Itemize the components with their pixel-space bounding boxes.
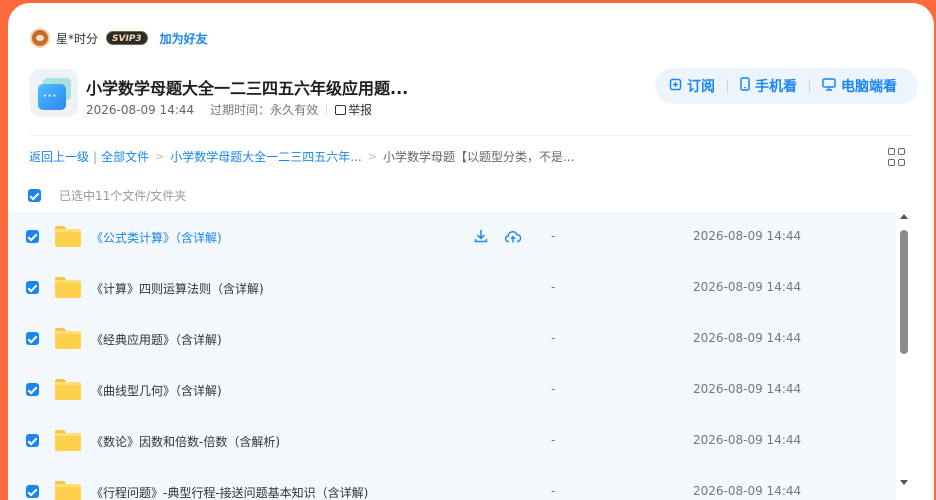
header-divider: [30, 135, 912, 136]
table-row[interactable]: 《行程问题》-典型行程-接送问题基本知识（含详解) - 2026-08-09 1…: [8, 467, 896, 500]
chevron-right-icon: >: [155, 150, 165, 163]
desktop-view-button[interactable]: 电脑端看: [822, 76, 897, 96]
table-row[interactable]: 《经典应用题》（含详解) - 2026-08-09 14:44: [8, 314, 896, 365]
folder-icon: [55, 379, 81, 400]
row-checkbox[interactable]: [26, 332, 39, 345]
share-date: 2026-08-09 14:44: [86, 102, 195, 117]
shared-file-icon: ···: [30, 69, 78, 117]
action-divider: [809, 79, 810, 93]
row-size: -: [551, 382, 556, 396]
file-title: 小学数学母题大全一二三四五六年级应用题...: [86, 79, 409, 98]
selection-count: 已选中11个文件/文件夹: [59, 189, 187, 203]
folder-icon: [55, 277, 81, 298]
save-to-cloud-icon[interactable]: [504, 227, 522, 245]
grid-view-icon[interactable]: [888, 148, 906, 166]
report-button[interactable]: 举报: [335, 101, 372, 118]
row-name[interactable]: 《公式类计算》（含详解): [91, 229, 222, 246]
row-checkbox[interactable]: [26, 383, 39, 396]
row-actions: [472, 227, 522, 245]
breadcrumb: 返回上一级 | 全部文件 > 小学数学母题大全一二三四五六年... > 小学数学…: [29, 148, 574, 165]
mobile-view-label: 手机看: [755, 79, 797, 95]
breadcrumb-current: 小学数学母题【以题型分类，不是...: [382, 150, 575, 164]
row-size: -: [551, 331, 556, 345]
vip-badge: SVIP3: [106, 31, 148, 45]
subscribe-label: 订阅: [687, 79, 715, 95]
folder-icon: [55, 481, 81, 500]
breadcrumb-all-files[interactable]: 全部文件: [101, 148, 149, 165]
expire-time: 过期时间：永久有效: [210, 103, 319, 117]
row-checkbox[interactable]: [26, 281, 39, 294]
sharer-bar: 星*时分 SVIP3 加为好友: [30, 27, 208, 49]
scroll-thumb[interactable]: [900, 230, 908, 354]
scroll-up-arrow-icon[interactable]: [900, 214, 908, 219]
file-meta: 2026-08-09 14:44 过期时间：永久有效 举报: [86, 101, 372, 118]
select-all-checkbox[interactable]: [28, 189, 41, 202]
meta-divider: [326, 104, 328, 115]
breadcrumb-pipe: |: [93, 149, 98, 164]
folder-icon: [55, 328, 81, 349]
row-date: 2026-08-09 14:44: [693, 331, 802, 345]
download-icon[interactable]: [472, 227, 490, 245]
row-date: 2026-08-09 14:44: [693, 280, 802, 294]
row-name[interactable]: 《行程问题》-典型行程-接送问题基本知识（含详解): [91, 484, 368, 500]
row-checkbox[interactable]: [26, 485, 39, 498]
chevron-right-icon: >: [367, 150, 377, 163]
row-size: -: [551, 229, 556, 243]
row-size: -: [551, 280, 556, 294]
folder-icon: [55, 430, 81, 451]
row-checkbox[interactable]: [26, 230, 39, 243]
breadcrumb-parent[interactable]: 小学数学母题大全一二三四五六年...: [170, 148, 361, 165]
scroll-down-arrow-icon[interactable]: [900, 480, 908, 485]
select-all-row: 已选中11个文件/文件夹: [28, 187, 186, 204]
row-name[interactable]: 《曲线型几何》（含详解): [91, 382, 222, 399]
action-pill: 订阅 手机看 电脑端看: [655, 68, 918, 104]
row-size: -: [551, 484, 556, 498]
add-friend-link[interactable]: 加为好友: [160, 30, 208, 47]
list-scrollbar[interactable]: [896, 212, 912, 492]
monitor-icon: [822, 77, 836, 95]
subscribe-button[interactable]: 订阅: [669, 76, 715, 96]
row-name[interactable]: 《数论》因数和倍数-倍数（含解析): [91, 433, 280, 450]
row-date: 2026-08-09 14:44: [693, 382, 802, 396]
row-name[interactable]: 《计算》四则运算法则（含详解): [91, 280, 264, 297]
phone-icon: [740, 77, 750, 95]
file-list: 《公式类计算》（含详解) - 2026-08-09 14:44 《计算》四则运算…: [8, 212, 896, 500]
mobile-view-button[interactable]: 手机看: [740, 76, 797, 96]
table-row[interactable]: 《公式类计算》（含详解) - 2026-08-09 14:44: [8, 212, 896, 263]
row-date: 2026-08-09 14:44: [693, 229, 802, 243]
row-name[interactable]: 《经典应用题》（含详解): [91, 331, 222, 348]
report-icon: [335, 104, 347, 115]
action-divider: [727, 79, 728, 93]
folder-icon: [55, 226, 81, 247]
row-checkbox[interactable]: [26, 434, 39, 447]
desktop-view-label: 电脑端看: [841, 79, 897, 95]
report-label: 举报: [348, 103, 373, 117]
table-row[interactable]: 《曲线型几何》（含详解) - 2026-08-09 14:44: [8, 365, 896, 416]
avatar[interactable]: [30, 28, 50, 48]
row-size: -: [551, 433, 556, 447]
user-name[interactable]: 星*时分: [56, 30, 98, 47]
table-row[interactable]: 《计算》四则运算法则（含详解) - 2026-08-09 14:44: [8, 263, 896, 314]
subscribe-icon: [669, 78, 682, 95]
row-date: 2026-08-09 14:44: [693, 433, 802, 447]
breadcrumb-back[interactable]: 返回上一级: [29, 148, 89, 165]
row-date: 2026-08-09 14:44: [693, 484, 802, 498]
table-row[interactable]: 《数论》因数和倍数-倍数（含解析) - 2026-08-09 14:44: [8, 416, 896, 467]
